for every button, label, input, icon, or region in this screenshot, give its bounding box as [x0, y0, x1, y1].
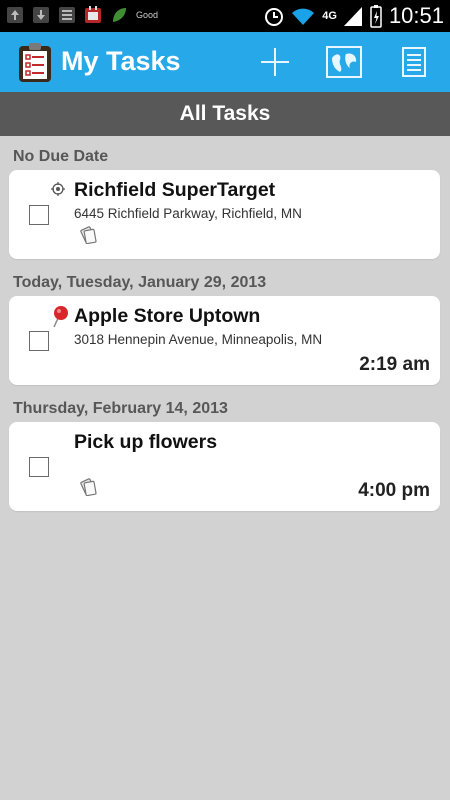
clock: 10:51	[388, 3, 444, 28]
location-target-icon	[51, 182, 65, 196]
leaf-notification-icon	[110, 5, 128, 25]
task-card[interactable]: Pick up flowers 4:00 pm	[9, 422, 440, 511]
alarm-icon	[265, 8, 284, 26]
section-header: Today, Tuesday, January 29, 2013	[13, 274, 267, 291]
calendar-notification-icon	[84, 5, 102, 25]
task-time: 2:19 am	[359, 354, 430, 375]
task-title: Richfield SuperTarget	[74, 179, 276, 201]
list-notification-icon	[58, 5, 76, 25]
app-logo-icon	[19, 43, 51, 82]
task-title: Pick up flowers	[74, 431, 218, 453]
signal-icon	[343, 7, 362, 26]
download-notification-icon	[32, 5, 50, 25]
section-header: No Due Date	[13, 148, 109, 165]
status-indicators: 4G 10:51	[264, 3, 444, 29]
network-type-label: 4G	[322, 10, 337, 22]
task-time: 4:00 pm	[358, 480, 430, 501]
notification-icons: Good	[6, 5, 158, 25]
map-icon	[326, 46, 362, 78]
map-view-button[interactable]	[326, 44, 362, 80]
list-icon	[402, 47, 426, 77]
section-header: Thursday, February 14, 2013	[13, 400, 228, 417]
pin-icon	[53, 306, 68, 328]
task-address: 3018 Hennepin Avenue, Minneapolis, MN	[74, 332, 323, 347]
upload-notification-icon	[6, 5, 24, 25]
task-card[interactable]: Richfield SuperTarget 6445 Richfield Par…	[9, 170, 440, 259]
task-checkbox[interactable]	[29, 457, 49, 477]
list-view-button[interactable]	[396, 44, 432, 80]
app-title: My Tasks	[61, 46, 181, 76]
note-icon	[80, 478, 97, 496]
task-checkbox[interactable]	[29, 331, 49, 351]
task-title: Apple Store Uptown	[74, 305, 261, 327]
task-card[interactable]: Apple Store Uptown 3018 Hennepin Avenue,…	[9, 296, 440, 385]
task-checkbox[interactable]	[29, 205, 49, 225]
note-icon	[80, 226, 97, 244]
good-notification-icon: Good	[135, 10, 159, 20]
action-bar: My Tasks	[0, 32, 450, 92]
status-bar: Good 4G 10:51	[0, 0, 450, 32]
add-task-button[interactable]	[257, 44, 293, 80]
wifi-icon	[292, 8, 315, 25]
plus-icon	[261, 48, 289, 76]
list-title-bar: All Tasks	[0, 92, 450, 136]
list-title: All Tasks	[179, 102, 271, 125]
battery-icon	[370, 5, 382, 28]
task-address: 6445 Richfield Parkway, Richfield, MN	[74, 206, 302, 221]
